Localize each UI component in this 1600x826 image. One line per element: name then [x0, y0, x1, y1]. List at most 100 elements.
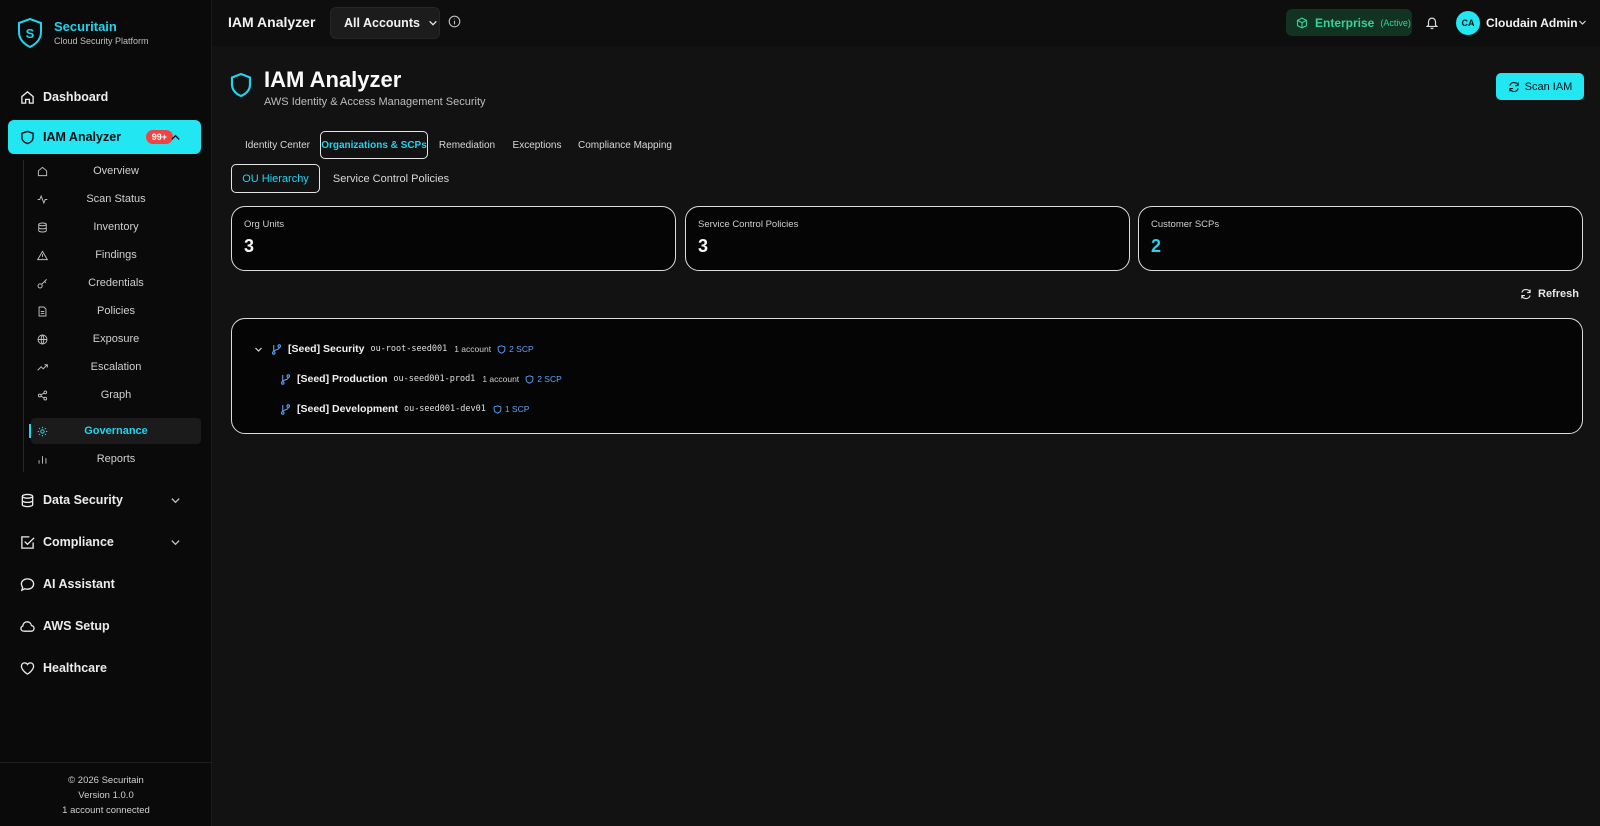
stat-value: 3	[698, 236, 709, 256]
brand[interactable]: S Securitain Cloud Security Platform	[18, 18, 149, 48]
stat-card-service-control-policies: Service Control Policies 3	[685, 206, 1130, 271]
subnav-item-label: Governance	[84, 425, 148, 437]
tab-exceptions[interactable]: Exceptions	[508, 131, 566, 159]
ou-scp-count[interactable]: 1 SCP	[493, 404, 529, 414]
refresh-icon	[1521, 288, 1531, 300]
refresh-icon	[1508, 81, 1519, 92]
subnav-item-label: Escalation	[90, 361, 142, 373]
topbar-title: IAM Analyzer	[228, 14, 316, 30]
sidebar-item-label: AWS Setup	[43, 619, 110, 633]
globe-icon	[37, 334, 48, 345]
subnav-item-label: Credentials	[88, 277, 144, 289]
sidebar-item-healthcare[interactable]: Healthcare	[8, 651, 201, 685]
sidebar-item-data-security[interactable]: Data Security	[8, 483, 201, 517]
page-title: IAM Analyzer	[264, 67, 402, 92]
subnav-item-escalation[interactable]: Escalation	[31, 354, 201, 380]
subnav-item-governance[interactable]: Governance	[29, 418, 201, 444]
chevron-down-icon[interactable]	[1578, 18, 1587, 27]
info-icon[interactable]	[448, 15, 461, 28]
box-icon	[1296, 16, 1308, 29]
scan-iam-button[interactable]: Scan IAM	[1496, 73, 1584, 100]
sidebar-item-iam-analyzer[interactable]: IAM Analyzer 99+	[8, 120, 201, 154]
bell-icon[interactable]	[1425, 15, 1439, 30]
tab-compliance-mapping[interactable]: Compliance Mapping	[575, 131, 675, 159]
sidebar-item-dashboard[interactable]: Dashboard	[8, 80, 201, 114]
account-selector[interactable]: All Accounts	[330, 7, 440, 39]
subnav-item-label: Reports	[96, 453, 136, 465]
subtab-ou-hierarchy[interactable]: OU Hierarchy	[231, 164, 320, 193]
ou-row-security[interactable]: [Seed] Security ou-root-seed001 1 accoun…	[254, 341, 534, 357]
subnav-item-reports[interactable]: Reports	[31, 446, 201, 472]
activity-icon	[37, 194, 48, 204]
ou-name: [Seed] Security	[288, 343, 365, 355]
chevron-up-icon[interactable]	[170, 132, 181, 143]
version-text: Version 1.0.0	[78, 790, 134, 801]
refresh-button[interactable]: Refresh	[1520, 288, 1579, 300]
brand-tagline: Cloud Security Platform	[54, 36, 149, 46]
ou-scp-count[interactable]: 2 SCP	[497, 344, 534, 354]
subnav-item-label: Exposure	[92, 333, 140, 345]
subnav-item-overview[interactable]: Overview	[31, 158, 201, 184]
subnav-item-findings[interactable]: Findings	[31, 242, 201, 268]
plan-badge[interactable]: Enterprise (Active)	[1286, 9, 1412, 36]
sidebar-item-label: Dashboard	[43, 90, 109, 104]
subnav-item-inventory[interactable]: Inventory	[31, 214, 201, 240]
trending-up-icon	[37, 363, 48, 371]
git-branch-icon	[271, 343, 282, 355]
tab-remediation[interactable]: Remediation	[434, 131, 500, 159]
subtab-service-control-policies[interactable]: Service Control Policies	[326, 164, 456, 193]
stat-label: Org Units	[244, 219, 285, 230]
sidebar-item-label: Data Security	[43, 493, 123, 507]
subnav-item-label: Findings	[95, 249, 137, 261]
ou-account-count: 1 account	[482, 374, 520, 384]
sidebar-item-label: Compliance	[43, 535, 114, 549]
subnav-item-credentials[interactable]: Credentials	[31, 270, 201, 296]
sidebar-item-label: Healthcare	[43, 661, 107, 675]
stat-value: 3	[244, 236, 255, 256]
page-subtitle: AWS Identity & Access Management Securit…	[264, 96, 486, 108]
bar-chart-icon	[38, 455, 47, 464]
accounts-connected-text: 1 account connected	[62, 805, 150, 816]
sidebar-item-compliance[interactable]: Compliance	[8, 525, 201, 559]
account-selector-value: All Accounts	[344, 16, 420, 30]
stat-value: 2	[1151, 236, 1162, 256]
subnav-item-graph[interactable]: Graph	[31, 382, 201, 408]
sidebar-item-ai-assistant[interactable]: AI Assistant	[8, 567, 201, 601]
shield-icon	[493, 404, 502, 414]
ou-name: [Seed] Development	[297, 403, 398, 415]
subnav-item-exposure[interactable]: Exposure	[31, 326, 201, 352]
chevron-down-icon	[429, 20, 437, 26]
checkbox-icon	[21, 535, 35, 549]
chevron-down-icon[interactable]	[254, 345, 263, 354]
top-bar: IAM Analyzer All Accounts Enterprise (Ac…	[212, 0, 1600, 46]
tab-identity-center[interactable]: Identity Center	[235, 131, 320, 159]
database-icon	[21, 493, 34, 507]
sidebar-item-aws-setup[interactable]: AWS Setup	[8, 609, 201, 643]
subnav-item-label: Overview	[93, 165, 139, 177]
stat-card-org-units: Org Units 3	[231, 206, 676, 271]
svg-text:S: S	[26, 26, 35, 41]
gear-icon	[37, 426, 48, 436]
ou-row-development[interactable]: [Seed] Development ou-seed001-dev01 1 SC…	[280, 401, 529, 417]
home-icon	[37, 166, 48, 176]
ou-scp-count[interactable]: 2 SCP	[525, 374, 562, 384]
tab-organizations-scps[interactable]: Organizations & SCPs	[320, 131, 428, 159]
ou-row-production[interactable]: [Seed] Production ou-seed001-prod1 1 acc…	[280, 371, 562, 387]
chevron-down-icon[interactable]	[170, 537, 181, 548]
subnav-item-scan-status[interactable]: Scan Status	[31, 186, 201, 212]
warning-icon	[37, 249, 48, 260]
subnav-guide-line	[23, 160, 24, 472]
git-branch-icon	[280, 373, 291, 385]
subnav-item-policies[interactable]: Policies	[31, 298, 201, 324]
chevron-down-icon[interactable]	[170, 495, 181, 506]
user-name[interactable]: Cloudain Admin	[1486, 16, 1578, 30]
stat-card-customer-scps: Customer SCPs 2	[1138, 206, 1583, 271]
shield-icon	[230, 72, 252, 98]
share-icon	[37, 390, 48, 400]
brand-name: Securitain	[54, 19, 117, 34]
ou-id: ou-root-seed001	[370, 344, 448, 354]
avatar[interactable]: CA	[1456, 11, 1480, 35]
subnav-item-label: Policies	[97, 305, 135, 317]
plan-status: (Active)	[1380, 17, 1411, 28]
chat-icon	[20, 577, 35, 591]
